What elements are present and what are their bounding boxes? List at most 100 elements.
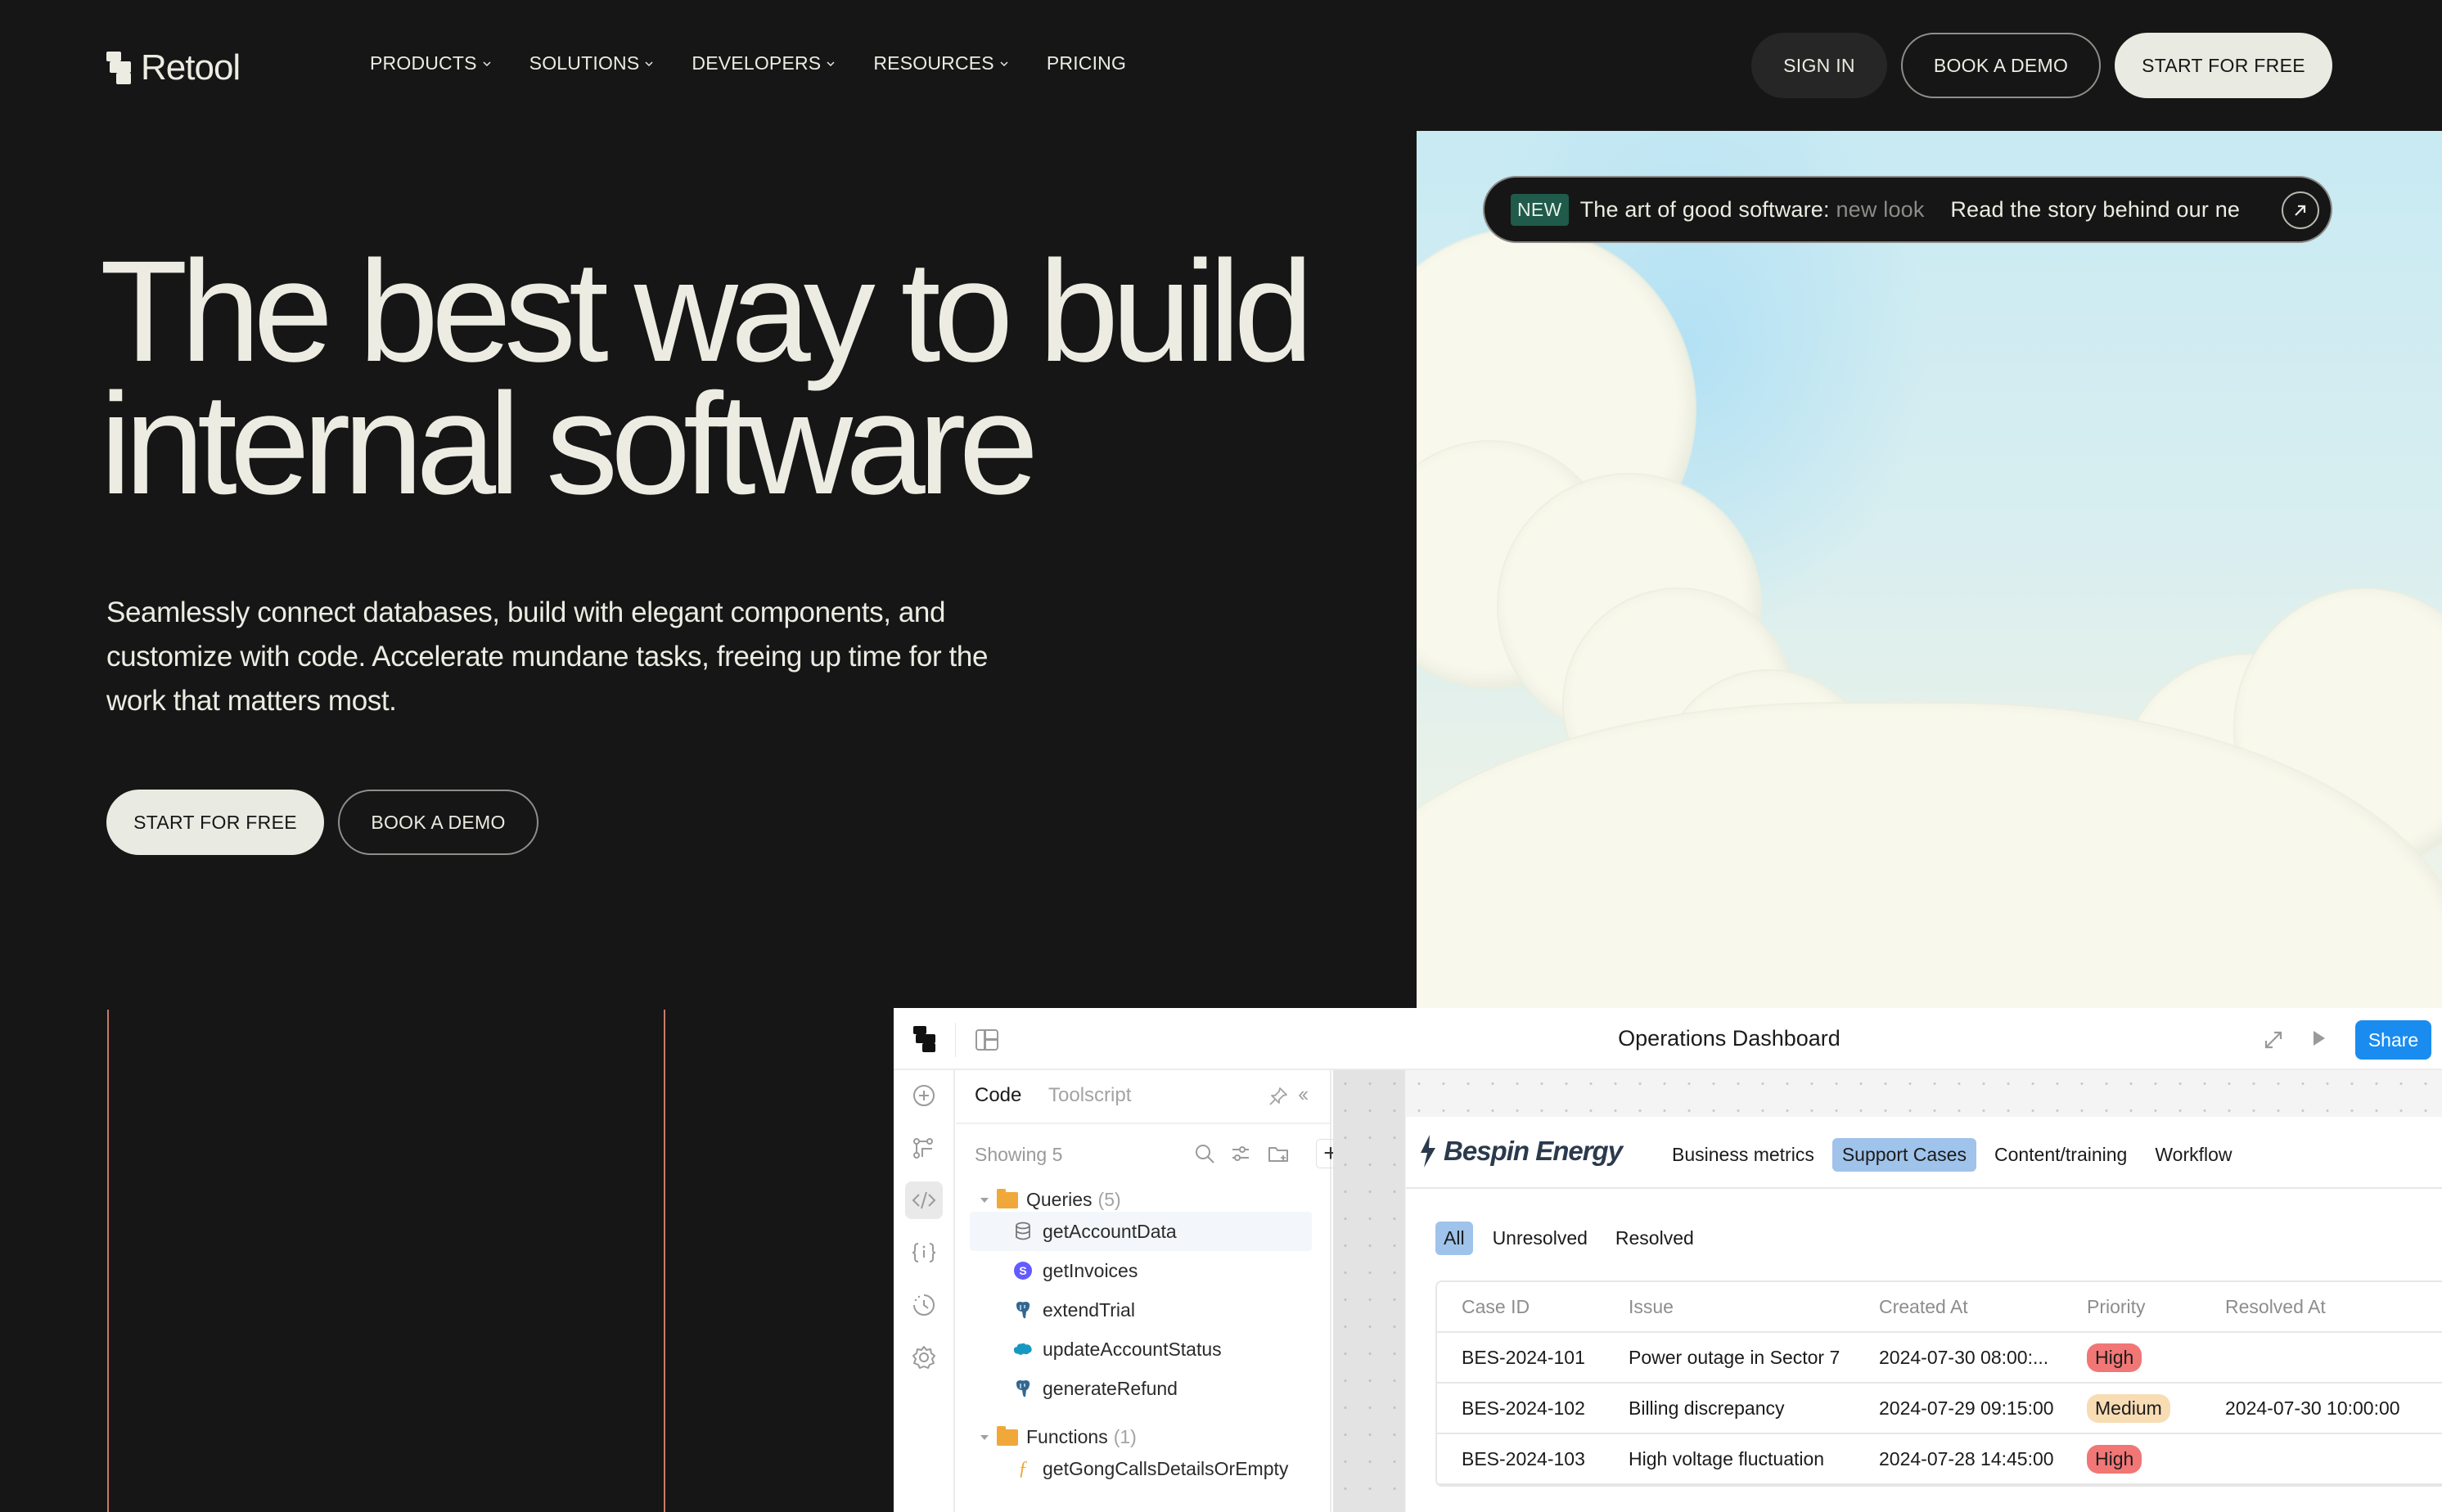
salesforce-icon [1013, 1339, 1033, 1359]
chevron-down-icon [1000, 61, 1008, 66]
brand-name: Bespin Energy [1444, 1136, 1623, 1166]
tab-workflow[interactable]: Workflow [2145, 1138, 2242, 1172]
retool-logo[interactable]: Retool [106, 47, 241, 88]
hero-subtext: Seamlessly connect databases, build with… [106, 596, 989, 717]
postgres-icon [1013, 1379, 1033, 1398]
caret-down-icon [980, 1197, 989, 1203]
nav-link-label: PRODUCTS [370, 52, 477, 74]
query-item[interactable]: generateRefund [970, 1369, 1312, 1408]
tab-support-cases[interactable]: Support Cases [1832, 1138, 1976, 1172]
share-button[interactable]: Share [2355, 1020, 2431, 1060]
caret-down-icon [980, 1434, 989, 1440]
logo-text: Retool [141, 47, 241, 88]
tab-toolscript[interactable]: Toolscript [1048, 1084, 1131, 1107]
headline-line-2: internal software [100, 364, 1039, 524]
hero-sky-illustration: NEW The art of good software: new look R… [1417, 131, 2442, 1008]
case-issue: Power outage in Sector 7 [1629, 1346, 1841, 1368]
folder-functions[interactable]: Functions (1) [980, 1425, 1137, 1448]
folder-name: Functions [1026, 1426, 1108, 1447]
column-header[interactable]: Created At [1854, 1296, 2062, 1318]
nav-link-label: DEVELOPERS [692, 52, 822, 74]
history-icon[interactable] [905, 1286, 943, 1324]
flow-icon[interactable] [905, 1129, 943, 1167]
function-item[interactable]: ƒ getGongCallsDetailsOrEmpty [970, 1449, 1312, 1488]
query-name: getAccountData [1043, 1220, 1177, 1242]
table-row[interactable]: BES-2024-103 High voltage fluctuation 20… [1437, 1434, 2442, 1485]
table-row[interactable]: BES-2024-101 Power outage in Sector 7 20… [1437, 1333, 2442, 1384]
filter-tabs: All Unresolved Resolved [1435, 1222, 1702, 1255]
nav-link-developers[interactable]: DEVELOPERS [692, 52, 836, 74]
new-folder-icon[interactable] [1267, 1142, 1290, 1165]
sign-in-button[interactable]: SIGN IN [1751, 33, 1887, 98]
case-priority: High [2062, 1343, 2201, 1372]
query-name: generateRefund [1043, 1377, 1178, 1399]
settings-icon[interactable] [905, 1339, 943, 1376]
chevron-down-icon [645, 61, 653, 66]
priority-badge: High [2087, 1444, 2142, 1474]
case-priority: High [2062, 1444, 2201, 1474]
code-panel-tabs: Code Toolscript ‹‹ [956, 1070, 1330, 1124]
add-icon[interactable] [905, 1077, 943, 1114]
query-name: extendTrial [1043, 1298, 1135, 1321]
nav-link-pricing[interactable]: PRICING [1047, 52, 1126, 74]
nav-actions: SIGN IN BOOK A DEMO START FOR FREE [1751, 33, 2332, 98]
start-free-button[interactable]: START FOR FREE [2115, 33, 2332, 98]
nav-links: PRODUCTS SOLUTIONS DEVELOPERS RESOURCES … [370, 52, 1164, 74]
case-created-at: 2024-07-29 09:15:00 [1879, 1397, 2054, 1419]
top-nav: Retool PRODUCTS SOLUTIONS DEVELOPERS RES… [0, 0, 2442, 131]
code-panel: Code Toolscript ‹‹ Showing 5 + Queries (… [956, 1070, 1345, 1512]
folder-queries[interactable]: Queries (5) [980, 1188, 1121, 1211]
folder-count: (1) [1113, 1426, 1137, 1447]
priority-badge: Medium [2087, 1393, 2170, 1423]
priority-badge: High [2087, 1343, 2142, 1372]
query-item[interactable]: S getInvoices [970, 1251, 1312, 1290]
tab-code[interactable]: Code [975, 1084, 1021, 1107]
arrow-up-right-icon[interactable] [2282, 191, 2319, 229]
announcement-faded: new look [1836, 196, 1925, 222]
chevron-down-icon [483, 61, 491, 66]
nav-link-label: PRICING [1046, 52, 1127, 74]
filter-resolved[interactable]: Resolved [1607, 1222, 1702, 1255]
query-item[interactable]: extendTrial [970, 1290, 1312, 1330]
hero-start-free-button[interactable]: START FOR FREE [106, 790, 324, 855]
expand-icon[interactable] [2261, 1028, 2286, 1052]
dashboard-header: Bespin Energy Business metrics Support C… [1406, 1117, 2442, 1189]
case-created-at: 2024-07-30 08:00:... [1879, 1346, 2049, 1368]
query-item[interactable]: updateAccountStatus [970, 1330, 1312, 1369]
left-rail [894, 1070, 955, 1512]
tab-business-metrics[interactable]: Business metrics [1662, 1138, 1824, 1172]
function-icon: ƒ [1018, 1457, 1028, 1479]
announcement-banner[interactable]: NEW The art of good software: new look R… [1483, 176, 2332, 243]
database-icon [1013, 1222, 1033, 1241]
filter-all[interactable]: All [1435, 1222, 1473, 1255]
column-header[interactable]: Issue [1604, 1296, 1854, 1318]
query-item[interactable]: getAccountData [970, 1212, 1312, 1251]
hero-cta-group: START FOR FREE BOOK A DEMO [106, 790, 538, 855]
query-name: getInvoices [1043, 1259, 1138, 1281]
tab-content-training[interactable]: Content/training [1985, 1138, 2137, 1172]
search-icon[interactable] [1193, 1142, 1216, 1165]
state-icon[interactable] [905, 1234, 943, 1271]
filter-unresolved[interactable]: Unresolved [1485, 1222, 1596, 1255]
code-icon[interactable] [905, 1181, 943, 1219]
column-header[interactable]: Priority [2062, 1296, 2201, 1318]
collapse-icon[interactable]: ‹‹ [1298, 1082, 1309, 1107]
nav-link-resources[interactable]: RESOURCES [873, 52, 1009, 74]
svg-text:S: S [1019, 1264, 1026, 1277]
book-demo-button[interactable]: BOOK A DEMO [1901, 33, 2101, 98]
case-issue: High voltage fluctuation [1629, 1447, 1825, 1469]
column-header[interactable]: Case ID [1437, 1296, 1604, 1318]
case-id: BES-2024-102 [1462, 1397, 1585, 1419]
play-icon[interactable] [2314, 1031, 2325, 1046]
table-row[interactable]: BES-2024-102 Billing discrepancy 2024-07… [1437, 1384, 2442, 1434]
folder-name: Queries [1026, 1189, 1093, 1210]
case-created-at: 2024-07-28 14:45:00 [1879, 1447, 2054, 1469]
filter-icon[interactable] [1229, 1142, 1252, 1165]
showing-count: Showing 5 [975, 1144, 1063, 1165]
pin-icon[interactable] [1268, 1087, 1288, 1106]
nav-link-solutions[interactable]: SOLUTIONS [529, 52, 655, 74]
nav-link-products[interactable]: PRODUCTS [370, 52, 492, 74]
new-badge: NEW [1511, 193, 1569, 226]
hero-book-demo-button[interactable]: BOOK A DEMO [338, 790, 538, 855]
column-header[interactable]: Resolved At [2201, 1296, 2430, 1318]
